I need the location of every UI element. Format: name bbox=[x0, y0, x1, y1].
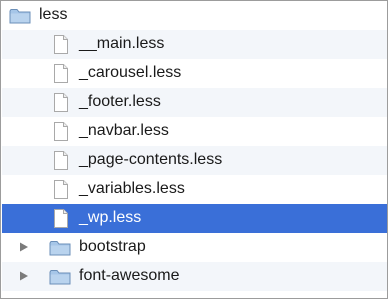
file-label: __main.less bbox=[79, 35, 165, 52]
tree-row-page-contents-less[interactable]: _page-contents.less bbox=[2, 146, 387, 175]
tree-row-carousel-less[interactable]: _carousel.less bbox=[2, 59, 387, 88]
document-icon bbox=[54, 151, 68, 170]
file-label: _page-contents.less bbox=[79, 151, 223, 168]
tree-row-variables-less[interactable]: _variables.less bbox=[2, 175, 387, 204]
tree-row-main-less[interactable]: __main.less bbox=[2, 30, 387, 59]
document-icon bbox=[54, 180, 68, 199]
folder-label: font-awesome bbox=[79, 267, 180, 284]
folder-icon bbox=[49, 270, 71, 285]
disclosure-triangle-icon[interactable] bbox=[19, 271, 29, 281]
file-label: _variables.less bbox=[79, 180, 185, 197]
file-label: _footer.less bbox=[79, 93, 161, 110]
file-label: _navbar.less bbox=[79, 122, 169, 139]
folder-label: bootstrap bbox=[79, 238, 146, 255]
tree-row-wp-less[interactable]: _wp.less bbox=[2, 204, 387, 233]
document-icon bbox=[54, 64, 68, 83]
file-label: _wp.less bbox=[79, 209, 142, 226]
file-label: _carousel.less bbox=[79, 64, 182, 81]
file-tree: less __main.less _carousel.less _footer.… bbox=[0, 0, 388, 299]
tree-row-less[interactable]: less bbox=[2, 1, 387, 30]
disclosure-triangle-icon[interactable] bbox=[19, 242, 29, 252]
document-icon bbox=[54, 35, 68, 54]
tree-row-footer-less[interactable]: _footer.less bbox=[2, 88, 387, 117]
folder-label: less bbox=[39, 6, 68, 23]
tree-row-navbar-less[interactable]: _navbar.less bbox=[2, 117, 387, 146]
folder-icon bbox=[49, 241, 71, 256]
document-icon bbox=[54, 122, 68, 141]
tree-row-font-awesome[interactable]: font-awesome bbox=[2, 262, 387, 291]
folder-icon bbox=[9, 9, 31, 24]
document-icon bbox=[54, 209, 68, 228]
tree-row-bootstrap[interactable]: bootstrap bbox=[2, 233, 387, 262]
document-icon bbox=[54, 93, 68, 112]
